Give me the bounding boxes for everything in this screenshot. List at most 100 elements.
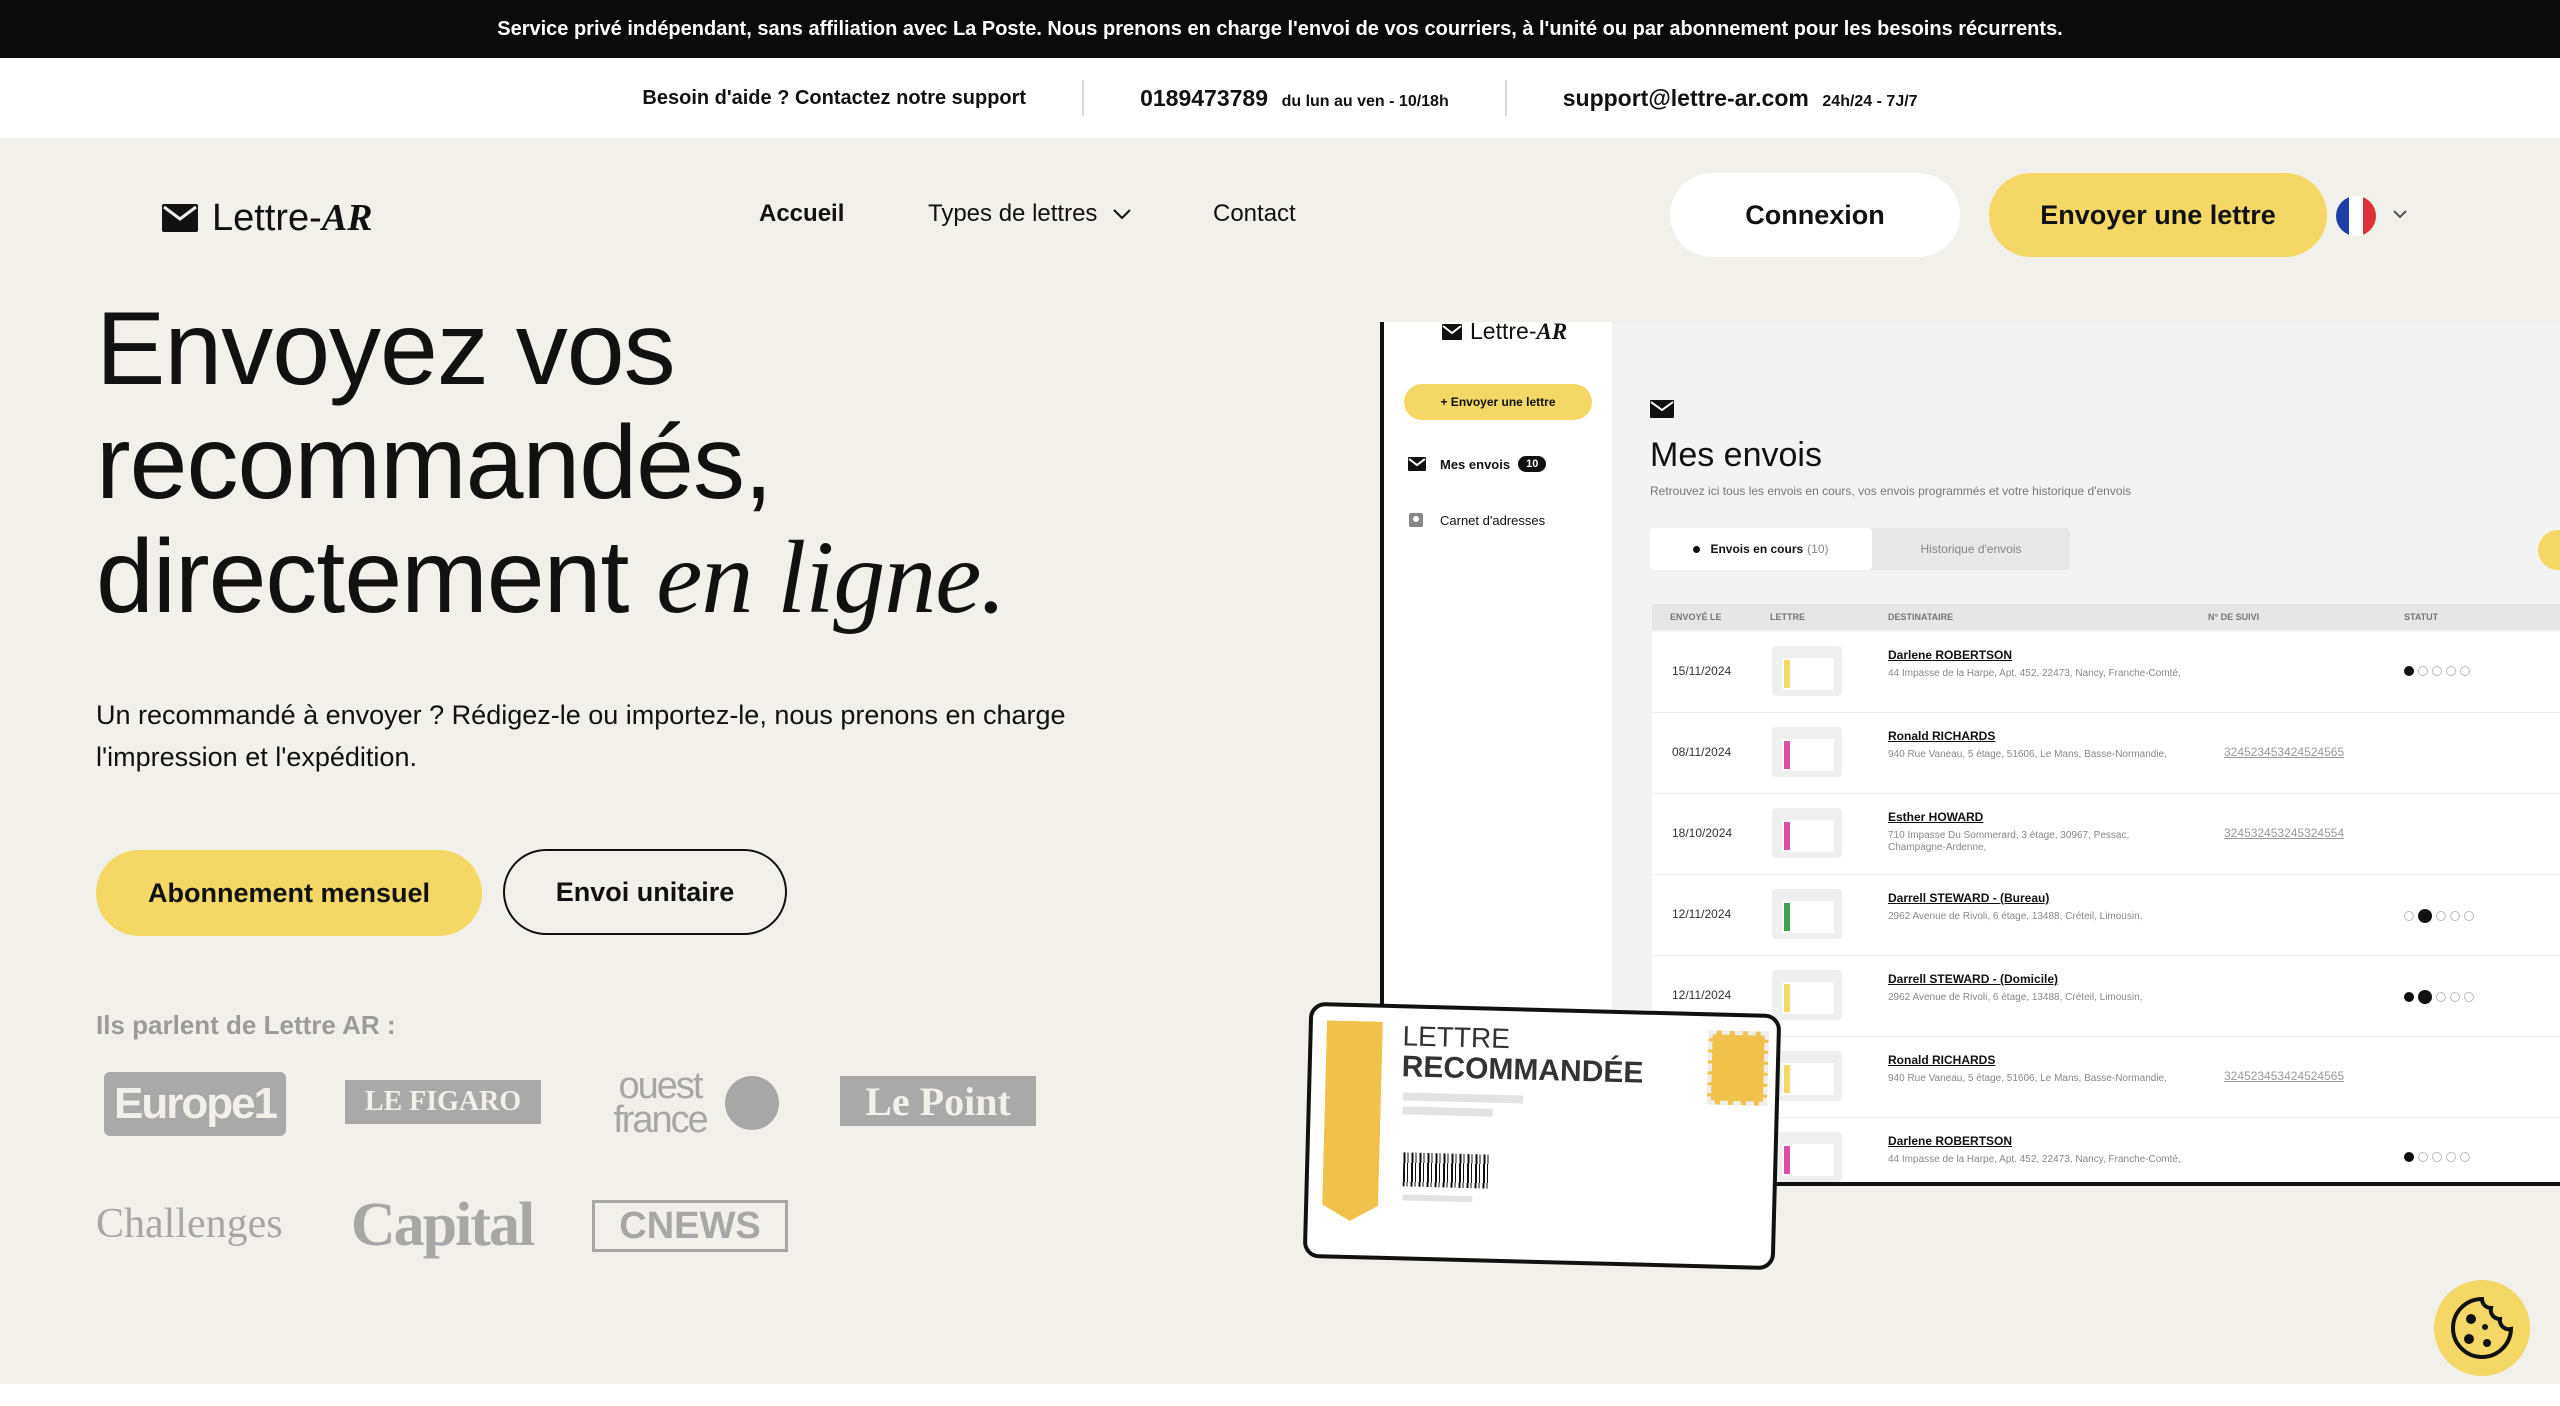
banner-text: Service privé indépendant, sans affiliat…: [497, 17, 2063, 40]
nav-contact[interactable]: Contact: [1213, 200, 1296, 228]
app-logo: Lettre-AR: [1442, 322, 1567, 345]
app-tabs: Envois en cours (10) Historique d'envois: [1650, 528, 2070, 570]
envelope-icon: [162, 204, 198, 232]
app-send-letter-button[interactable]: + Envoyer une lettre: [1404, 384, 1592, 420]
barcode-icon: [1402, 1152, 1490, 1189]
table-row[interactable]: 12/11/2024 Darrell STEWARD - (Domicile) 29…: [1652, 956, 2560, 1037]
chevron-down-icon[interactable]: [2392, 208, 2408, 220]
app-add-button[interactable]: [2538, 530, 2560, 570]
row-address: 44 Impasse de la Harpe, Apt. 452, 22473,…: [1888, 668, 2181, 679]
envelope-icon: [1442, 323, 1462, 340]
envelope-icon: [1650, 400, 1674, 418]
row-date: 18/10/2024: [1672, 826, 1733, 840]
login-button[interactable]: Connexion: [1670, 173, 1960, 257]
press-logo-le-point: Le Point: [840, 1076, 1036, 1126]
row-date: 12/11/2024: [1672, 907, 1732, 921]
cookie-icon: [2451, 1296, 2514, 1359]
letter-thumbnail[interactable]: [1772, 646, 1842, 696]
email-hours: 24h/24 - 7J/7: [1822, 92, 1918, 110]
table-header: ENVOYÉ LE LETTRE DESTINATAIRE N° DE SUIV…: [1652, 604, 2560, 630]
phone-number[interactable]: 0189473789: [1140, 85, 1268, 111]
subscription-button[interactable]: Abonnement mensuel: [96, 850, 482, 936]
row-address: 940 Rue Vaneau, 5 étage, 51606, Le Mans,…: [1888, 1073, 2167, 1084]
divider: [1504, 80, 1507, 116]
divider: [1082, 80, 1085, 116]
row-date: 12/11/2024: [1672, 988, 1732, 1002]
single-send-button[interactable]: Envoi unitaire: [503, 849, 787, 935]
phone-hours: du lun au ven - 10/18h: [1281, 92, 1449, 110]
hero-title-line: directement en ligne.: [96, 519, 1006, 635]
row-tracking[interactable]: 324532453245324554: [2224, 826, 2344, 840]
tab-envois-en-cours[interactable]: Envois en cours (10): [1650, 528, 1872, 570]
card-line2: RECOMMANDÉE: [1401, 1050, 1644, 1090]
support-help-link[interactable]: Besoin d'aide ? Contactez notre support: [642, 87, 1026, 110]
row-recipient[interactable]: Ronald RICHARDS: [1888, 729, 1995, 743]
nav-types-de-lettres[interactable]: Types de lettres: [928, 200, 1133, 228]
support-email[interactable]: support@lettre-ar.com 24h/24 - 7J/7: [1563, 85, 1918, 112]
row-recipient[interactable]: Darlene ROBERTSON: [1888, 1134, 2012, 1148]
letter-thumbnail[interactable]: [1772, 727, 1842, 777]
email-address[interactable]: support@lettre-ar.com: [1563, 85, 1809, 111]
bottom-strip: [0, 1384, 2560, 1406]
envelope-icon: [1408, 457, 1426, 471]
status-stepper: [2404, 666, 2474, 676]
table-row[interactable]: 18/10/2024 Esther HOWARD 710 Impasse Du So…: [1652, 794, 2560, 875]
table-row[interactable]: 12/11/2024 Darrell STEWARD - (Bureau) 2962…: [1652, 875, 2560, 956]
row-recipient[interactable]: Darrell STEWARD - (Bureau): [1888, 891, 2049, 905]
send-letter-button[interactable]: Envoyer une lettre: [1989, 173, 2327, 257]
table-row[interactable]: 12/11/2024Ronald RICHARDS940 Rue Vaneau,…: [1652, 1037, 2560, 1118]
press-logo-capital: Capital: [350, 1190, 535, 1259]
site-logo[interactable]: Lettre-AR: [162, 196, 373, 240]
hero-subtitle: Un recommandé à envoyer ? Rédigez-le ou …: [96, 700, 1066, 772]
app-menu-mes-envois[interactable]: Mes envois 10: [1408, 456, 1547, 472]
table-row[interactable]: Darlene ROBERTSON 44 Impasse de la Harpe,…: [1652, 1118, 2560, 1182]
row-address: 710 Impasse Du Sommerard, 3 étage, 30967…: [1888, 830, 2130, 853]
row-date: 15/11/2024: [1672, 664, 1732, 678]
letter-thumbnail[interactable]: [1772, 1132, 1842, 1182]
row-tracking[interactable]: 324523453424524565: [2224, 1069, 2344, 1083]
app-page-title: Mes envois: [1650, 436, 1822, 474]
top-banner: Service privé indépendant, sans affiliat…: [0, 0, 2560, 58]
ribbon-icon: [1322, 1020, 1383, 1221]
table-row[interactable]: 08/11/2024 Ronald RICHARDS 940 Rue Vaneau,…: [1652, 713, 2560, 794]
status-stepper: [2404, 909, 2478, 923]
app-menu-carnet[interactable]: Carnet d'adresses: [1408, 512, 1545, 528]
support-bar: Besoin d'aide ? Contactez notre support …: [0, 58, 2560, 138]
cookie-settings-button[interactable]: [2434, 1280, 2530, 1376]
press-logo-le-figaro: LE FIGARO: [345, 1080, 541, 1124]
letter-thumbnail[interactable]: [1772, 889, 1842, 939]
nav-accueil[interactable]: Accueil: [759, 200, 844, 228]
chevron-down-icon: [1113, 209, 1132, 220]
support-phone[interactable]: 0189473789 du lun au ven - 10/18h: [1140, 85, 1449, 112]
row-address: 2962 Avenue de Rivoli, 6 étage, 13488, C…: [1888, 911, 2143, 922]
row-recipient[interactable]: Ronald RICHARDS: [1888, 1053, 1995, 1067]
logo-text: Lettre-AR: [212, 197, 373, 239]
press-logo-europe1: Europe1: [104, 1072, 286, 1136]
row-address: 940 Rue Vaneau, 5 étage, 51606, Le Mans,…: [1888, 749, 2167, 760]
status-stepper: [2404, 1152, 2474, 1162]
letter-thumbnail[interactable]: [1772, 970, 1842, 1020]
ouest-france-mark-icon: [725, 1076, 779, 1130]
row-date: 08/11/2024: [1672, 745, 1732, 759]
press-logo-ouest-france: ouest france: [592, 1067, 792, 1139]
letter-thumbnail[interactable]: [1772, 1051, 1842, 1101]
row-recipient[interactable]: Darrell STEWARD - (Domicile): [1888, 972, 2058, 986]
hero-title-line: recommandés,: [96, 405, 773, 521]
row-recipient[interactable]: Darlene ROBERTSON: [1888, 648, 2012, 662]
row-address: 44 Impasse de la Harpe, Apt. 452, 22473,…: [1888, 1154, 2181, 1165]
press-logo-challenges: Challenges: [96, 1201, 283, 1247]
french-flag-icon[interactable]: [2336, 196, 2376, 236]
row-tracking[interactable]: 324523453424524565: [2224, 745, 2344, 759]
letter-thumbnail[interactable]: [1772, 808, 1842, 858]
count-badge: 10: [1518, 456, 1547, 472]
tab-historique[interactable]: Historique d'envois: [1872, 528, 2070, 570]
table-row[interactable]: 15/11/2024 Darlene ROBERTSON 44 Impasse de…: [1652, 632, 2560, 713]
hero-title-line: Envoyez vos: [96, 291, 676, 407]
address-book-icon: [1409, 513, 1423, 527]
row-recipient[interactable]: Esther HOWARD: [1888, 810, 1983, 824]
status-stepper: [2404, 990, 2478, 1004]
hero-title: Envoyez vos recommandés, directement en …: [96, 291, 1006, 635]
stamp-icon: [1706, 1030, 1769, 1106]
row-address: 2962 Avenue de Rivoli, 6 étage, 13488, C…: [1888, 992, 2143, 1003]
app-page-subtitle: Retrouvez ici tous les envois en cours, …: [1650, 484, 2132, 498]
